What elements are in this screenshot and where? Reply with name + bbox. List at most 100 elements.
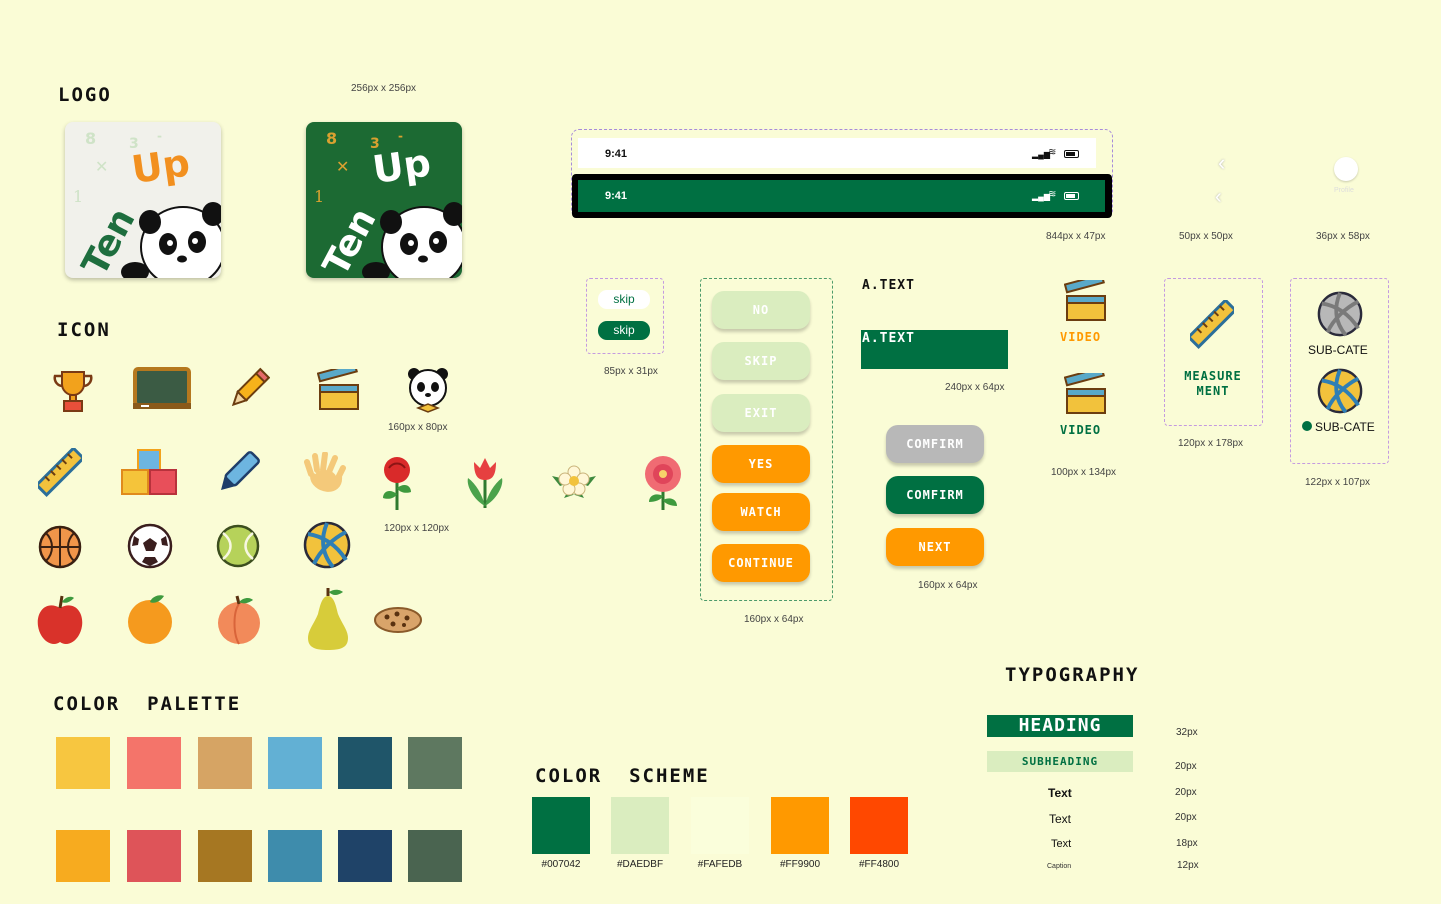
- scheme-swatch-label: #007042: [541, 859, 581, 870]
- continue-button[interactable]: CONTINUE: [712, 544, 810, 582]
- camellia-icon: [645, 456, 681, 510]
- battery-icon: [1064, 192, 1079, 200]
- svg-text:1: 1: [314, 187, 324, 206]
- basketball-icon: [38, 525, 82, 569]
- volleyball-icon: [1317, 368, 1363, 414]
- palette-swatch: [198, 830, 252, 882]
- answer-text-label: A.TEXT: [862, 331, 915, 346]
- panda-icon: [408, 368, 448, 413]
- text-bold-size: 20px: [1175, 787, 1197, 798]
- skip-size-label: 85px x 31px: [604, 366, 658, 377]
- heading-text: HEADING: [1018, 715, 1102, 736]
- profile-label: Profile: [1334, 187, 1354, 194]
- statusbar-time-dark: 9:41: [605, 190, 628, 202]
- soccer-ball-icon: [127, 523, 173, 569]
- video-label-orange[interactable]: VIDEO: [1060, 330, 1101, 344]
- subcate-label-selected[interactable]: SUB-CATE: [1315, 420, 1375, 434]
- palette-swatch: [198, 737, 252, 789]
- flower-icon: [552, 465, 596, 498]
- statusbar-time: 9:41: [605, 148, 628, 160]
- scheme-swatch: [850, 797, 908, 854]
- buttons-size-label: 160px x 64px: [744, 614, 804, 625]
- exit-button[interactable]: EXIT: [712, 394, 810, 432]
- video-label-green[interactable]: VIDEO: [1060, 423, 1101, 437]
- confirm-size-label: 160px x 64px: [918, 580, 978, 591]
- confirm-button-disabled[interactable]: COMFIRM: [886, 425, 984, 463]
- measure-size-label: 120px x 178px: [1178, 438, 1244, 449]
- palette-swatch: [338, 737, 392, 789]
- logo-size-label: 256px x 256px: [351, 83, 417, 94]
- tennis-ball-icon: [216, 524, 260, 568]
- palette-swatch: [338, 830, 392, 882]
- icon-section-title: ICON: [57, 319, 111, 341]
- svg-text:✕: ✕: [336, 157, 349, 176]
- answer-text-selected[interactable]: A.TEXT: [861, 330, 1008, 369]
- statusbar-light: 9:41 ▂▄▆ ≋: [578, 138, 1096, 168]
- scheme-swatch: [771, 797, 829, 854]
- rose-icon: [383, 457, 411, 510]
- hand-icon: [304, 452, 346, 492]
- back-arrow-icon[interactable]: ‹: [1215, 186, 1222, 209]
- text-small-size: 18px: [1176, 838, 1198, 849]
- peach-icon: [218, 595, 260, 645]
- watch-button[interactable]: WATCH: [712, 493, 810, 531]
- skip-button[interactable]: SKIP: [712, 342, 810, 380]
- icon-row1-size: 160px x 80px: [388, 422, 448, 433]
- logo-section-title: LOGO: [58, 84, 112, 106]
- palette-swatch: [268, 830, 322, 882]
- answer-text-plain[interactable]: A.TEXT: [862, 278, 915, 293]
- scheme-swatch-label: #FAFEDB: [697, 859, 743, 870]
- ruler-icon: [38, 448, 82, 498]
- marker-icon: [221, 451, 260, 490]
- chalkboard-icon: [133, 367, 191, 409]
- wifi-icon: ≋: [1048, 147, 1057, 158]
- blocks-icon: [121, 449, 177, 495]
- palette-swatch: [56, 737, 110, 789]
- next-button[interactable]: NEXT: [886, 528, 984, 566]
- subheading-text: SUBHEADING: [1021, 755, 1099, 768]
- no-button[interactable]: NO: [712, 291, 810, 329]
- clapperboard-icon: [1064, 280, 1106, 321]
- pencil-icon: [231, 367, 270, 407]
- icon-row2-size: 120px x 120px: [384, 523, 450, 534]
- scheme-swatch: [611, 797, 669, 854]
- scheme-section-title: COLOR SCHEME: [535, 765, 710, 787]
- text-bold-sample: Text: [1048, 786, 1072, 800]
- ruler-icon: [1190, 300, 1234, 350]
- measure-label[interactable]: MEASURE MENT: [1170, 369, 1256, 399]
- orange-icon: [128, 595, 172, 644]
- back-arrow-icon[interactable]: ‹: [1218, 150, 1225, 176]
- yes-button[interactable]: YES: [712, 445, 810, 483]
- svg-text:Up: Up: [129, 140, 193, 192]
- battery-icon: [1064, 150, 1079, 158]
- answer-size-label: 240px x 64px: [945, 382, 1005, 393]
- palette-swatch: [408, 830, 462, 882]
- tulip-icon: [467, 458, 503, 508]
- svg-text:✕: ✕: [95, 157, 108, 176]
- text-regular-sample: Text: [1049, 812, 1072, 826]
- scheme-swatch-label: #FF4800: [858, 859, 900, 870]
- svg-text:8: 8: [85, 129, 96, 148]
- subcate-selected-dot: [1302, 421, 1312, 431]
- palette-swatch: [408, 737, 462, 789]
- palette-section-title: COLOR PALETTE: [53, 693, 242, 715]
- palette-swatch: [127, 737, 181, 789]
- text-small-sample: Text: [1051, 838, 1072, 850]
- apple-icon: [37, 595, 83, 645]
- palette-swatch: [127, 830, 181, 882]
- trophy-icon: [53, 371, 93, 412]
- logo-light: 8 ✕ 1 3 - Ten Up: [65, 122, 221, 278]
- subcate-label[interactable]: SUB-CATE: [1308, 343, 1368, 357]
- svg-text:Up: Up: [370, 140, 434, 192]
- svg-text:1: 1: [73, 187, 83, 206]
- statusbar-size-label: 844px x 47px: [1046, 231, 1106, 242]
- confirm-button[interactable]: COMFIRM: [886, 476, 984, 514]
- logo-dark: 8 ✕ 1 3 - Ten Up: [306, 122, 462, 278]
- skip-button-dark[interactable]: skip: [598, 321, 650, 340]
- skip-button-light[interactable]: skip: [598, 290, 650, 309]
- svg-text:-: -: [398, 129, 403, 143]
- back-size-label: 50px x 50px: [1179, 231, 1233, 242]
- palette-swatch: [268, 737, 322, 789]
- profile-avatar[interactable]: [1334, 157, 1358, 181]
- wifi-icon: ≋: [1048, 189, 1057, 200]
